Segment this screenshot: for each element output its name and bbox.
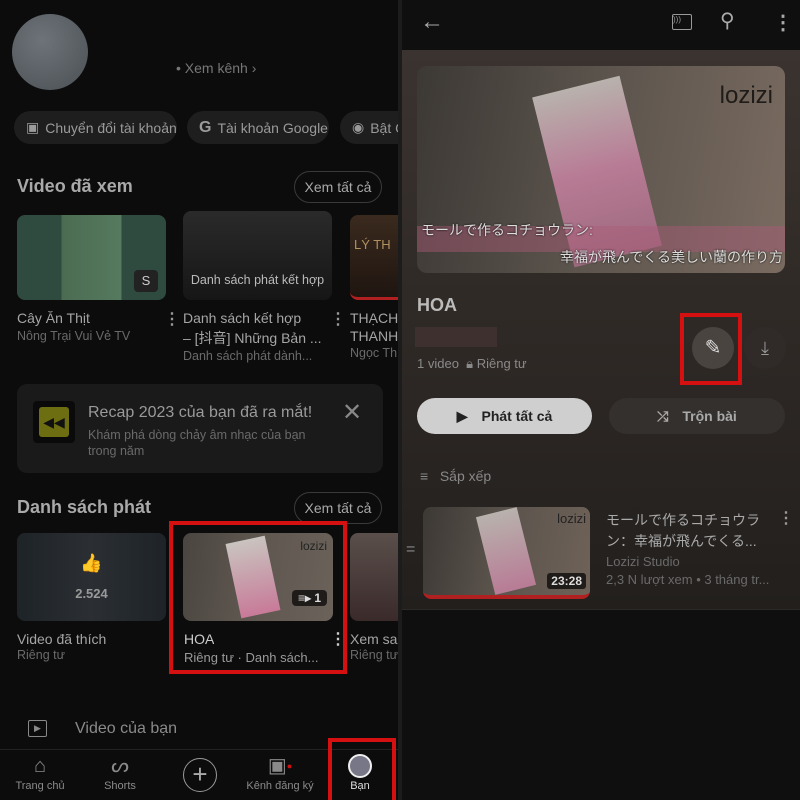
you-page: • Xem kênh › ▣ Chuyển đổi tài khoản G Tài … [0,0,398,800]
view-channel-link[interactable]: • Xem kênh › [176,60,256,76]
nav-home[interactable]: ⌂ Trang chủ [0,752,80,792]
chip-label: Bật C [370,119,398,136]
shuffle-label: Trộn bài [682,408,737,424]
home-icon: ⌂ [33,755,47,777]
video-count: 1 video [417,356,459,371]
playlists-see-all-button[interactable]: Xem tất cả [294,492,382,524]
liked-videos-thumb[interactable]: 👍 2.524 [17,533,166,621]
more-vert-icon[interactable]: ⋮ [164,309,180,329]
video-channel: Danh sách phát dành... [183,349,313,363]
video-channel: Nông Trại Vui Vẻ TV [17,329,131,343]
watch-later-thumb[interactable] [350,533,398,621]
play-icon: ▶ [456,407,468,424]
mix-overlay-label: Danh sách phát kết hợp [190,273,325,287]
account-switch-icon: ▣ [26,119,40,135]
create-icon[interactable]: + [183,758,217,792]
history-thumb-3[interactable]: LÝ TH [350,215,398,300]
recap-icon: ◀◀ [33,401,75,443]
recap-card[interactable]: ◀◀ Recap 2023 của bạn đã ra mắt! Khám ph… [17,384,383,473]
play-all-button[interactable]: ▶ Phát tất cả [417,398,592,434]
shorts-badge-icon: S [134,270,158,292]
playlist-meta: 1 video 🔒︎ Riêng tư [417,356,527,372]
duration-badge: 23:28 [547,573,586,589]
highlight-you-tab [328,738,396,800]
title-line-1: モールで作るコチョウラ [606,512,760,528]
sort-label: Sắp xếp [439,468,492,484]
playlist-privacy: Riêng tư [17,648,65,662]
shorts-icon: ᔕ [111,755,129,777]
play-video-icon: ▶ [28,720,47,737]
playlist-title: HOA [417,295,457,315]
profile-avatar[interactable] [12,14,88,90]
redacted-owner [415,327,497,347]
history-thumb-2[interactable]: Danh sách phát kết hợp [183,211,332,300]
video-title[interactable]: Cây Ăn Thịt [17,309,157,327]
nav-label: Trang chủ [15,780,65,792]
privacy-label: Riêng tư [476,356,527,371]
flower-image [475,507,537,595]
history-thumb-1[interactable]: S [17,215,166,300]
history-see-all-button[interactable]: Xem tất cả [294,171,382,203]
playlist-title[interactable]: Video đã thích [17,630,157,648]
subscriptions-icon: ▣● [267,755,293,777]
incognito-icon: ◉ [352,119,365,135]
search-icon[interactable]: ⚲ [720,8,735,33]
playlist-page: ← ))) ⚲ ⋮ lozizi モールで作るコチョウラン: 幸福が飛んでくる美… [402,0,800,800]
title-line-2: ン：幸福が飛んでくる... [606,533,757,549]
nav-label: Shorts [104,780,136,792]
playlists-heading: Danh sách phát [17,497,152,517]
caption-line-2: 幸福が飛んでくる美しい蘭の作り方 [559,249,783,265]
chip-label: Chuyển đổi tài khoản [45,119,177,136]
incognito-chip[interactable]: ◉ Bật C [340,111,398,144]
list-divider [402,609,800,610]
thumbs-up-icon: 👍 [80,553,103,573]
recap-title: Recap 2023 của bạn đã ra mắt! [88,404,313,421]
back-arrow-icon[interactable]: ← [420,8,444,36]
drag-handle-icon[interactable]: = [406,541,415,559]
your-videos-item[interactable]: Video của bạn [75,720,177,738]
recap-description: Khám phá dòng chảy âm nhạc của bạn trong… [88,428,306,458]
more-vert-icon[interactable]: ⋮ [330,309,346,329]
video-channel: Lozizi Studio [606,554,680,569]
sort-button[interactable]: ≡ Sắp xếp [420,468,491,484]
video-title[interactable]: Danh sách kết hợp [183,309,328,327]
download-icon[interactable]: ⤓ [744,327,786,369]
google-icon: G [199,118,212,136]
video-meta: 2,3 N lượt xem • 3 tháng tr... [606,572,770,587]
playlist-privacy: Riêng tư [350,648,398,662]
video-title[interactable]: THẠCH [350,309,398,327]
shuffle-button[interactable]: ⤮ Trộn bài [609,398,785,434]
nav-subscriptions[interactable]: ▣● Kênh đăng ký [240,752,320,792]
more-vert-icon[interactable]: ⋮ [778,508,794,528]
shuffle-icon: ⤮ [657,407,669,424]
more-vert-icon[interactable]: ⋮ [773,10,793,35]
video-title-line2: THANH [350,328,398,344]
playlist-title[interactable]: Xem sa [350,630,398,648]
google-account-chip[interactable]: G Tài khoản Google [187,111,329,144]
switch-account-chip[interactable]: ▣ Chuyển đổi tài khoản [14,111,177,144]
sort-icon: ≡ [420,468,429,484]
lock-icon: 🔒︎ [466,356,474,371]
cast-icon[interactable]: ))) [672,14,692,30]
view-channel-label: Xem kênh [184,60,248,76]
history-heading: Video đã xem [17,176,133,196]
caption-line-1: モールで作るコチョウラン: [421,222,593,238]
nav-label: Kênh đăng ký [246,780,314,792]
video-title[interactable]: モールで作るコチョウラ ン：幸福が飛んでくる... [606,510,760,552]
thumb-overlay-text: LÝ TH [354,237,391,252]
video-channel: Ngọc Th [350,346,398,360]
chevron-right-icon: › [251,60,257,76]
brand-watermark: lozizi [557,511,586,526]
chip-label: Tài khoản Google [217,119,328,136]
nav-shorts[interactable]: ᔕ Shorts [80,752,160,792]
highlight-edit-button [680,313,742,385]
play-all-label: Phát tất cả [481,408,553,424]
playlist-cover-image[interactable]: lozizi モールで作るコチョウラン: 幸福が飛んでくる美しい蘭の作り方 [417,66,785,273]
brand-watermark: lozizi [719,82,773,109]
video-thumbnail[interactable]: lozizi 23:28 [423,507,590,599]
liked-count: 2.524 [75,586,108,601]
close-icon[interactable]: ✕ [342,398,362,427]
highlight-hoa-playlist [169,521,347,674]
video-title-line2: – [抖音] Những Bản ... [183,330,322,346]
